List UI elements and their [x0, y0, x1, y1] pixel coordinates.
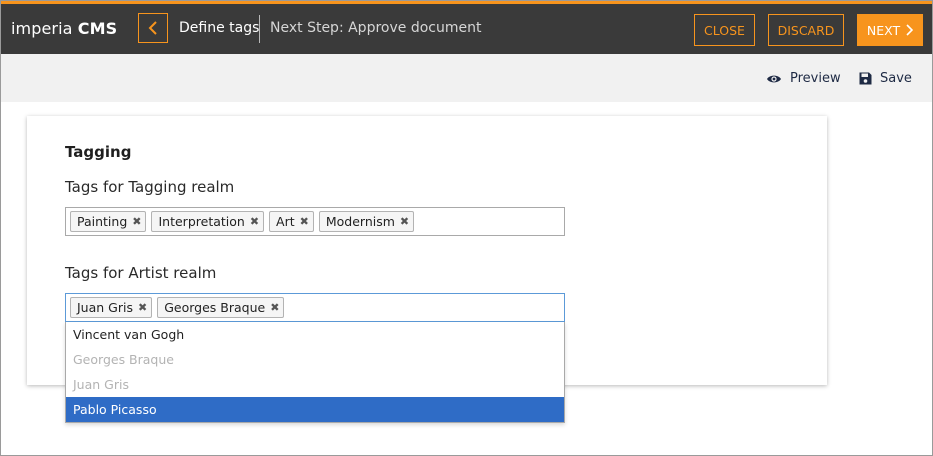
step-title: Define tags [179, 20, 260, 36]
tag-label: Georges Braque [164, 300, 266, 315]
top-bar: imperia CMS Define tags Next Step: Appro… [1, 1, 932, 54]
remove-tag-icon[interactable]: ✖ [270, 301, 279, 314]
tag-label: Modernism [325, 214, 395, 229]
discard-button-label: DISCARD [777, 22, 835, 38]
remove-tag-icon[interactable]: ✖ [400, 215, 409, 228]
chevron-right-icon [906, 24, 914, 36]
tag-label: Juan Gris [77, 300, 133, 315]
close-button[interactable]: CLOSE [694, 14, 755, 46]
eye-icon [767, 75, 781, 82]
brand-logo: imperia CMS [11, 19, 117, 38]
dropdown-option-disabled: Georges Braque [73, 352, 174, 367]
dropdown-option[interactable]: Vincent van Gogh [66, 322, 564, 347]
remove-tag-icon[interactable]: ✖ [132, 215, 141, 228]
tag-chip: Interpretation ✖ [151, 211, 265, 232]
secondary-toolbar: Preview Save [1, 54, 932, 102]
dropdown-option-highlighted[interactable]: Pablo Picasso [66, 397, 564, 422]
preview-button[interactable]: Preview [766, 71, 841, 86]
tag-label: Painting [77, 214, 128, 229]
tag-chip: Georges Braque ✖ [157, 297, 285, 318]
tag-label: Art [276, 214, 295, 229]
save-label: Save [880, 71, 912, 86]
tag-chip: Modernism ✖ [318, 211, 415, 232]
tag-label: Interpretation [158, 214, 245, 229]
back-button[interactable] [138, 13, 168, 43]
tag-chip: Juan Gris ✖ [70, 297, 153, 318]
tagging-realm-label: Tags for Tagging realm [65, 178, 235, 196]
divider [259, 15, 260, 43]
tag-chip: Art ✖ [269, 211, 314, 232]
app-window: imperia CMS Define tags Next Step: Appro… [0, 0, 933, 456]
dropdown-option-disabled: Juan Gris [73, 377, 129, 392]
preview-label: Preview [790, 71, 841, 86]
floppy-disk-icon [859, 72, 872, 85]
chevron-left-icon [148, 21, 157, 35]
remove-tag-icon[interactable]: ✖ [138, 301, 147, 314]
tag-chip: Painting ✖ [70, 211, 147, 232]
brand-name: imperia [11, 19, 73, 38]
close-button-label: CLOSE [704, 22, 745, 38]
save-button[interactable]: Save [859, 71, 912, 86]
next-step-text: Next Step: Approve document [270, 20, 482, 36]
artist-realm-label: Tags for Artist realm [65, 264, 217, 282]
next-button-label: NEXT [866, 22, 901, 38]
artist-suggestions-dropdown: Vincent van Gogh Georges Braque Juan Gri… [65, 322, 565, 423]
tagging-realm-tag-input[interactable]: Painting ✖ Interpretation ✖ Art ✖ Modern… [65, 207, 565, 236]
discard-button[interactable]: DISCARD [768, 14, 844, 46]
section-title: Tagging [65, 143, 132, 161]
brand-product: CMS [77, 19, 118, 38]
remove-tag-icon[interactable]: ✖ [300, 215, 309, 228]
remove-tag-icon[interactable]: ✖ [250, 215, 259, 228]
next-button[interactable]: NEXT [857, 14, 923, 46]
artist-realm-tag-input[interactable]: Juan Gris ✖ Georges Braque ✖ [65, 293, 565, 322]
